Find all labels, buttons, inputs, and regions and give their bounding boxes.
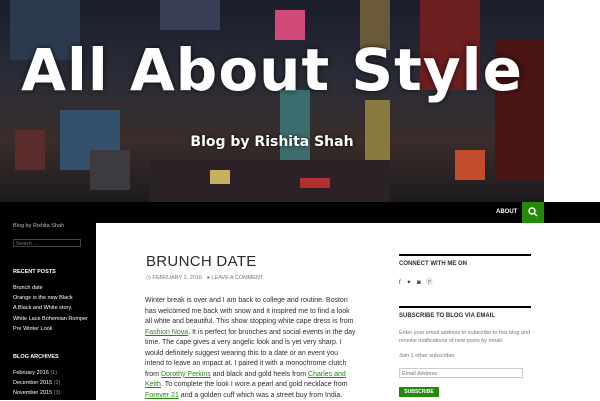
recent-post-link[interactable]: Brunch date (13, 285, 43, 291)
archive-count: (1) (50, 370, 58, 376)
banner-light (365, 100, 390, 160)
blog-archives-heading: BLOG ARCHIVES (13, 354, 59, 360)
archive-label: February 2016 (13, 370, 49, 376)
archive-count: (2) (53, 380, 61, 386)
subscribe-intro: Enter your email address to subscribe to… (399, 330, 531, 344)
post-text: and a golden cuff which was a street buy… (178, 391, 343, 399)
recent-post-link[interactable]: Orange is the new Black (13, 295, 73, 301)
main-content: BRUNCH DATE ◷ FEBRUARY 2, 2016 ● LEAVE A… (96, 223, 370, 400)
facebook-icon[interactable]: f (399, 280, 401, 286)
nav-item-about[interactable]: ABOUT (496, 202, 517, 223)
search-icon (528, 207, 538, 217)
post-title[interactable]: BRUNCH DATE (146, 253, 257, 270)
archive-link[interactable]: February 2016 (1) (13, 370, 57, 376)
clock-icon: ◷ (146, 275, 151, 281)
subscribe-button[interactable]: SUBSCRIBE (399, 387, 439, 397)
fashion-nova-link[interactable]: Fashion Nova (145, 329, 188, 336)
archive-label: December 2015 (13, 380, 53, 386)
social-icons: f ✦ ◙ ⓟ (399, 277, 436, 286)
widget-rule (399, 254, 531, 256)
post-text: Winter break is over and I am back to co… (145, 297, 354, 325)
dorothy-perkins-link[interactable]: Dorothy Perkins (161, 371, 211, 378)
widget-rule (399, 306, 531, 308)
archive-label: November 2015 (13, 390, 53, 396)
recent-post-link[interactable]: White Lace Bohemian Romper (13, 316, 88, 322)
site-title[interactable]: All About Style (0, 36, 544, 104)
search-toggle-button[interactable] (522, 202, 544, 223)
forever-21-link[interactable]: Forever 21 (145, 392, 179, 399)
post-body: Winter break is over and I am back to co… (145, 296, 357, 401)
instagram-icon[interactable]: ◙ (417, 280, 421, 286)
right-widgets: CONNECT WITH ME ON f ✦ ◙ ⓟ SUBSCRIBE TO … (370, 223, 600, 400)
twitter-icon[interactable]: ✦ (406, 280, 411, 286)
post-meta: ◷ FEBRUARY 2, 2016 ● LEAVE A COMMENT (146, 275, 263, 281)
post-text: and black and gold heels from (210, 370, 309, 378)
comment-icon: ● (206, 275, 210, 281)
site-tagline: Blog by Rishita Shah (190, 134, 354, 150)
header-right-strip (544, 0, 600, 202)
banner-light (160, 0, 220, 30)
recent-posts-heading: RECENT POSTS (13, 269, 56, 275)
archive-link[interactable]: November 2015 (3) (13, 390, 60, 396)
sidebar-search-input[interactable]: Search … (13, 239, 81, 247)
recent-post-link[interactable]: Pre Winter Look (13, 326, 52, 332)
header-banner: All About Style Blog by Rishita Shah (0, 0, 544, 202)
banner-light (455, 150, 485, 180)
archive-count: (3) (53, 390, 61, 396)
archive-link[interactable]: December 2015 (2) (13, 380, 60, 386)
subscriber-count: Join 1 other subscriber (399, 353, 455, 359)
leave-comment-link[interactable]: LEAVE A COMMENT (211, 275, 263, 281)
banner-light (210, 170, 230, 184)
site-description: Blog by Rishita Shah (13, 223, 65, 229)
email-field[interactable]: Email Address (399, 368, 523, 378)
banner-light (150, 160, 390, 202)
subscribe-heading: SUBSCRIBE TO BLOG VIA EMAIL (399, 313, 496, 319)
post-text: . To complete the look I wore a pearl an… (160, 381, 348, 388)
banner-light (90, 150, 130, 190)
post-date[interactable]: FEBRUARY 2, 2016 (152, 275, 202, 281)
pinterest-icon[interactable]: ⓟ (426, 280, 432, 286)
connect-heading: CONNECT WITH ME ON (399, 261, 467, 267)
left-sidebar: Blog by Rishita Shah Search … RECENT POS… (0, 223, 96, 400)
banner-light (300, 178, 330, 188)
recent-post-link[interactable]: A Black and White story. (13, 305, 72, 311)
